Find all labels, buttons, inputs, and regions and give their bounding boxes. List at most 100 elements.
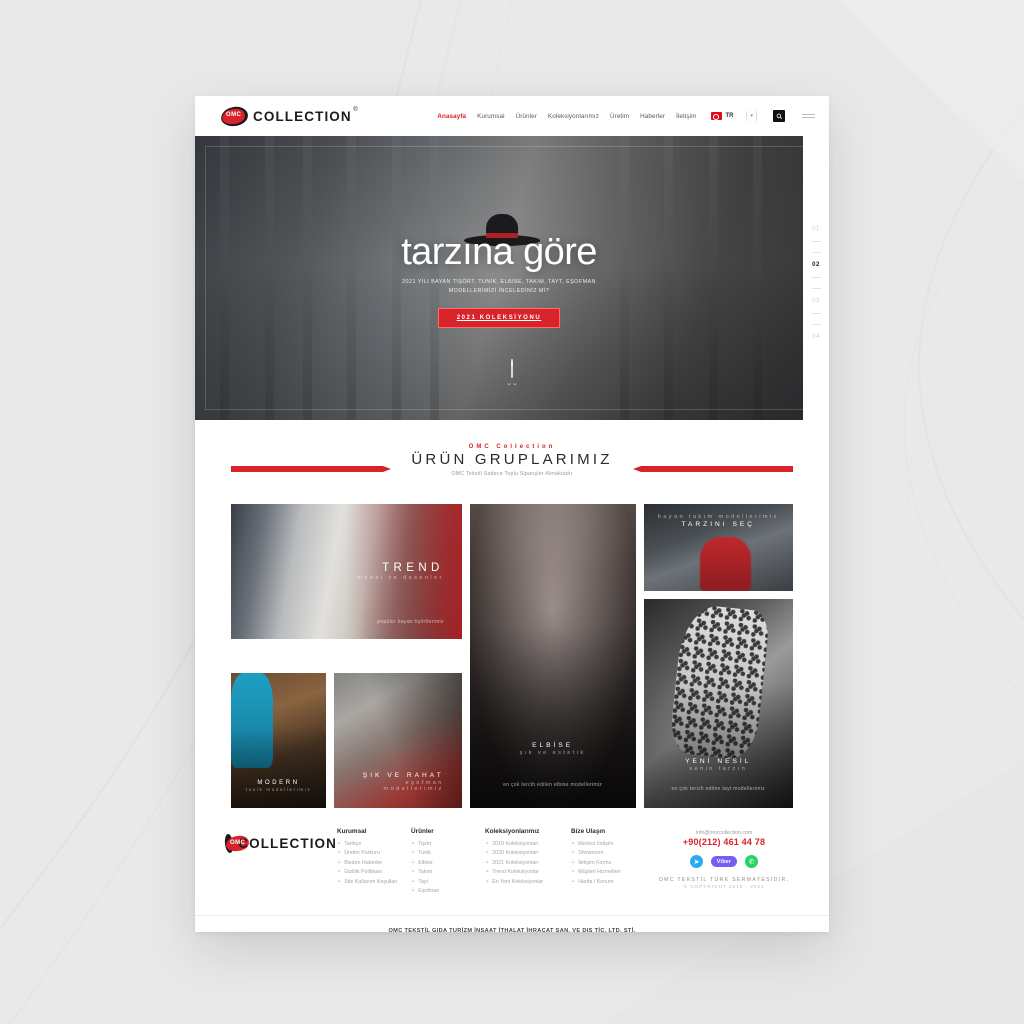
footer-link[interactable]: ✦ Üretim Parkuru <box>337 850 411 856</box>
viber-icon[interactable]: Viber <box>711 856 737 867</box>
footer-link[interactable]: ✦ Tişört <box>411 841 485 847</box>
nav-item-uretim[interactable]: Üretim <box>610 113 629 120</box>
card-tarzini-sec[interactable]: bayan takım modellerimiz TARZINI SEÇ <box>643 504 793 591</box>
footer-logo[interactable]: OMC COLLECTION <box>223 833 337 854</box>
tarzini-subject <box>700 537 752 591</box>
bullet-icon: ✦ <box>411 841 416 847</box>
pager-tick <box>811 288 821 289</box>
footer-link[interactable]: ✦ Showroom <box>571 850 645 856</box>
contact-phone[interactable]: +90(212) 461 44 78 <box>649 837 799 847</box>
footer-link[interactable]: ✦ Eşofman <box>411 888 485 894</box>
footer-link-label: Elbise <box>418 859 433 866</box>
footer-column-urunler: Ürünler ✦ Tişört ✦ Tunik ✦ Elbise ✦ Takım ✦ T… <box>411 828 485 897</box>
footer-logo-mark-text: OMC <box>230 839 246 846</box>
nav-item-iletisim[interactable]: İletişim <box>676 113 696 120</box>
site-footer: OMC COLLECTION Kurumsal ✦ Tarihçe ✦ Üretim… <box>195 828 829 897</box>
footer-link-label: Eşofman <box>418 887 440 894</box>
footer-column-kurumsal: Kurumsal ✦ Tarihçe ✦ Üretim Parkuru ✦ Bizde… <box>337 828 411 897</box>
footer-column-title: Kurumsal <box>337 828 367 835</box>
card-tarzini-title: TARZINI SEÇ <box>681 521 756 528</box>
slide-number-02[interactable]: 02 <box>812 262 820 268</box>
slider-pagination: 01 02 03 04 <box>803 136 829 420</box>
site-logo[interactable]: OMC COLLECTION ® <box>219 104 358 128</box>
footer-link[interactable]: ✦ 2020 Koleksiyonları <box>485 850 571 856</box>
hero-subtitle-line1: 2021 YILI BAYAN TİŞÖRT, TUNİK, ELBİSE, T… <box>402 279 596 285</box>
footer-link[interactable]: ✦ Tarihçe <box>337 841 411 847</box>
footer-link[interactable]: ✦ Trend Koleksiyonlar <box>485 869 571 875</box>
hamburger-menu-icon[interactable] <box>802 113 815 119</box>
card-yeni-nesil[interactable]: YENİ NESİL senin tarzın en çok tercih ed… <box>643 599 793 808</box>
card-elbise-title: ELBİSE <box>532 742 574 749</box>
whatsapp-icon[interactable]: ✆ <box>745 855 758 868</box>
footer-column-title: Bize Ulaşın <box>571 828 606 835</box>
footer-link-label: Harita / Konum <box>578 878 614 885</box>
card-elbise[interactable]: ELBİSE şık ve estetik en çok tercih edil… <box>469 504 636 808</box>
hero-content: tarzına göre 2021 YILI BAYAN TİŞÖRT, TUN… <box>195 214 803 328</box>
footer-link-label: Tunik <box>418 850 431 857</box>
contact-email[interactable]: info@omccollection.com <box>649 830 799 836</box>
card-elbise-footer: en çok tercih edilen elbise modellerimiz <box>503 782 603 788</box>
footer-logo-column: OMC COLLECTION <box>223 828 337 897</box>
nav-item-haberler[interactable]: Haberler <box>640 113 665 120</box>
footer-link-label: Showroom <box>578 850 604 857</box>
footer-link[interactable]: ✦ Gizlilik Politikası <box>337 869 411 875</box>
nav-item-anasayfa[interactable]: Anasayfa <box>437 113 466 120</box>
card-yeni-footer: en çok tercih edilen tayt modellerimiz <box>671 786 765 792</box>
language-selector[interactable]: TR <box>711 112 733 120</box>
footer-link[interactable]: ✦ Takım <box>411 869 485 875</box>
nav-item-urunler[interactable]: Ürünler <box>516 113 537 120</box>
omc-logo-icon: OMC <box>223 833 250 854</box>
card-sik-title: ŞIK VE RAHAT <box>362 772 444 779</box>
card-sik-subtitle: eşofman modellerimiz <box>383 780 444 792</box>
bullet-icon: ✦ <box>571 859 576 866</box>
bullet-icon: ✦ <box>571 869 576 876</box>
search-icon[interactable] <box>773 110 785 122</box>
footer-link[interactable]: ✦ Tunik <box>411 850 485 856</box>
bullet-icon: ✦ <box>571 850 576 857</box>
pager-tick <box>811 313 821 314</box>
hero-cta-button[interactable]: 2021 KOLEKSİYONU <box>437 308 561 328</box>
slide-number-01[interactable]: 01 <box>812 226 820 232</box>
legal-company-name: OMC TEKSTİL GIDA TURİZM İNŞAAT İTHALAT İ… <box>388 928 636 932</box>
bullet-icon: ✦ <box>571 878 576 885</box>
website-mockup: OMC COLLECTION ® Anasayfa Kurumsal Ürünle… <box>195 96 829 932</box>
card-sik-ve-rahat[interactable]: ŞIK VE RAHAT eşofman modellerimiz <box>334 673 462 808</box>
footer-copyright: © COPYRIGHT 2010 - 2021 <box>683 885 765 890</box>
footer-link-label: 2019 Koleksiyonları <box>492 841 539 847</box>
nav-item-koleksiyonlarimiz[interactable]: Koleksiyonlarımız <box>548 113 599 120</box>
footer-link[interactable]: ✦ 2019 Koleksiyonları <box>485 841 571 847</box>
footer-link[interactable]: ✦ Merkez İletişim <box>571 841 645 847</box>
bullet-icon: ✦ <box>411 859 416 866</box>
slide-number-04[interactable]: 04 <box>812 334 820 340</box>
card-trend-title: TREND <box>382 562 444 574</box>
footer-link[interactable]: ✦ Elbise <box>411 860 485 866</box>
card-trend[interactable]: TREND model ve desenler popüler bayan ti… <box>231 504 462 639</box>
turkish-flag-icon <box>711 112 723 120</box>
footer-link[interactable]: ✦ En Yeni Koleksiyonlar <box>485 879 571 885</box>
trademark-icon: ® <box>353 106 359 113</box>
search-glyph <box>776 113 782 119</box>
omc-logo-icon: OMC <box>219 104 250 128</box>
footer-link[interactable]: ✦ Harita / Konum <box>571 879 645 885</box>
footer-link[interactable]: ✦ Site Kullanım Koşulları <box>337 879 411 885</box>
footer-link[interactable]: ✦ Tayt <box>411 879 485 885</box>
card-modern[interactable]: MODERN tunik modellerimiz <box>231 673 326 808</box>
footer-link-label: Trend Koleksiyonlar <box>492 869 539 876</box>
footer-note: OMC TEKSTİL TÜRK SERMAYESİDİR. <box>658 877 790 883</box>
nav-item-kurumsal[interactable]: Kurumsal <box>477 113 504 120</box>
scroll-down-indicator[interactable]: ⌄⌄ <box>502 359 522 387</box>
footer-link[interactable]: ✦ Bizden Haberler <box>337 860 411 866</box>
bullet-icon: ✦ <box>485 878 490 885</box>
chevron-down-icon[interactable]: ▾ <box>746 111 757 121</box>
heading-bar-left <box>231 466 391 472</box>
footer-link[interactable]: ✦ İletişim Formu <box>571 860 645 866</box>
bullet-icon: ✦ <box>485 850 490 857</box>
hero-subtitle-line2: MODELLERİMİZİ İNCELEDİNİZ Mİ? <box>448 288 550 294</box>
pager-tick <box>811 252 821 253</box>
footer-link[interactable]: ✦ 2021 Koleksiyonları <box>485 860 571 866</box>
pager-tick <box>811 324 821 325</box>
telegram-icon[interactable]: ➤ <box>690 855 703 868</box>
pager-tick <box>811 241 821 242</box>
slide-number-03[interactable]: 03 <box>812 298 820 304</box>
footer-link[interactable]: ✦ Müşteri Hizmetleri <box>571 869 645 875</box>
